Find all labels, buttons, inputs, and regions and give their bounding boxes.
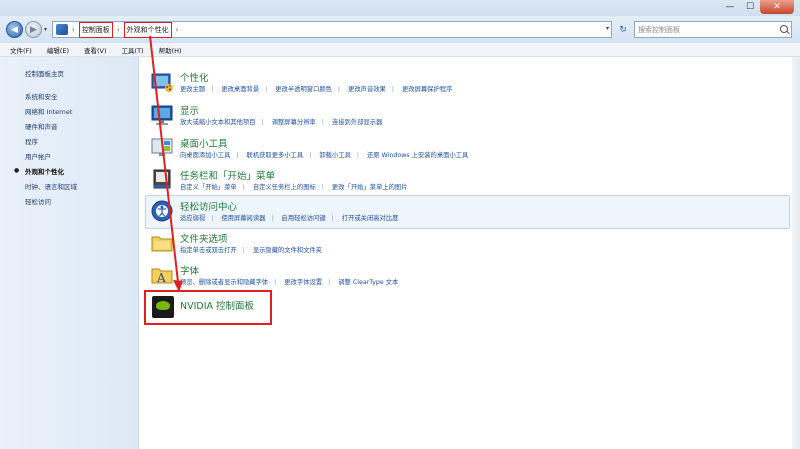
annotation-arrow <box>149 35 183 292</box>
